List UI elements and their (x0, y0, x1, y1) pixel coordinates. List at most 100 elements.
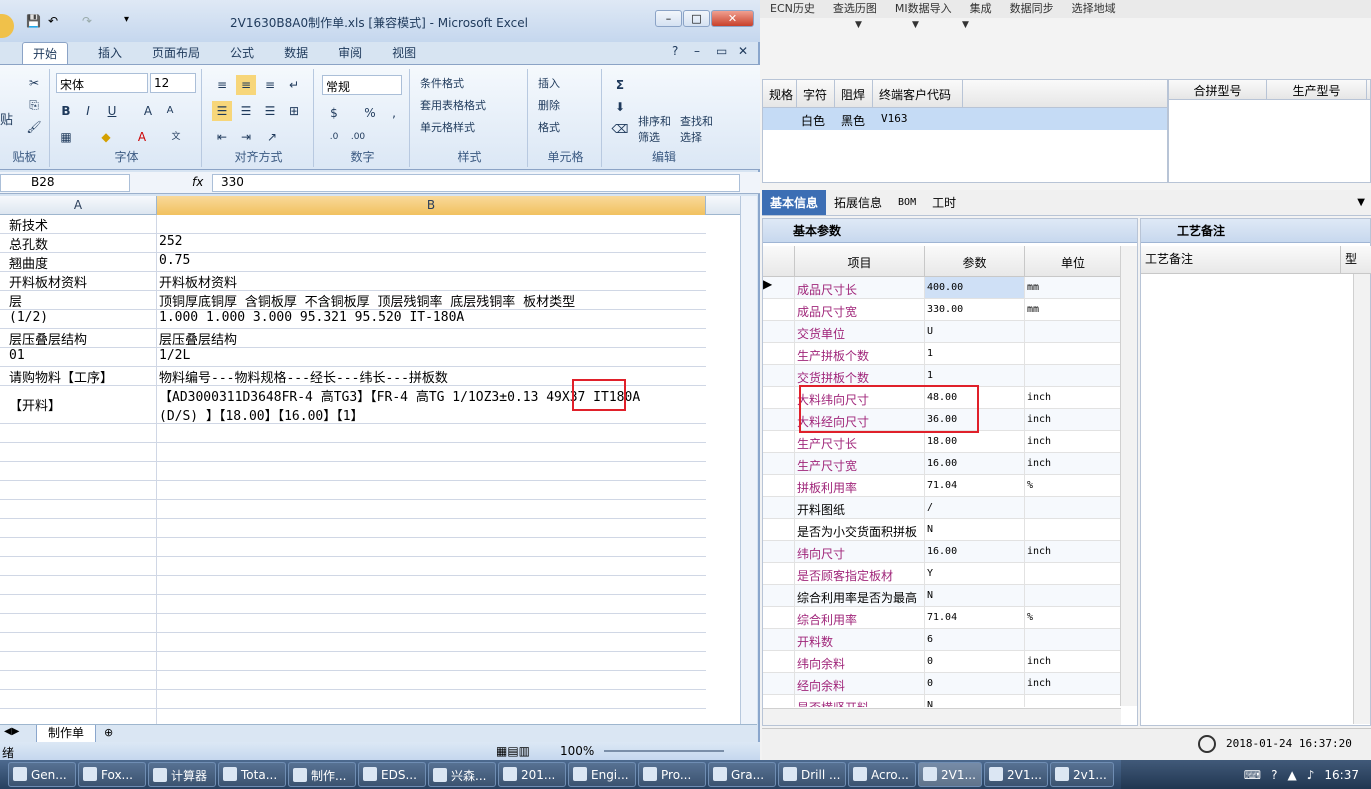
tab-extended-info[interactable]: 拓展信息 (826, 190, 890, 215)
craft-notes-tab[interactable]: 工艺备注 (1141, 219, 1370, 243)
row-indicator[interactable] (763, 387, 795, 408)
taskbar-item[interactable]: 兴森... (428, 762, 496, 787)
cell-b[interactable]: 顶铜厚底铜厚 含铜板厚 不含铜板厚 顶层残铜率 底层残铜率 板材类型 (157, 291, 706, 309)
undo-icon[interactable]: ↶ (48, 14, 58, 28)
comma-icon[interactable]: , (384, 103, 404, 123)
clock-label[interactable]: 16:37 (1324, 768, 1359, 782)
row-indicator[interactable] (763, 695, 795, 707)
param-row[interactable]: 综合利用率是否为最高 N (763, 585, 1121, 607)
param-row[interactable]: 综合利用率 71.04% (763, 607, 1121, 629)
align-middle-icon[interactable]: ≡ (236, 75, 256, 95)
align-bottom-icon[interactable]: ≡ (260, 75, 280, 95)
param-value[interactable]: 71.04 (925, 475, 1025, 496)
close-button[interactable]: ✕ (711, 10, 754, 27)
sheet-row[interactable]: 01 1/2L (0, 348, 706, 367)
decrease-font-icon[interactable]: A (160, 101, 180, 121)
sheet-row[interactable] (0, 500, 706, 519)
cell-a[interactable] (0, 424, 157, 442)
fx-icon[interactable]: fx (192, 175, 203, 189)
cell-a[interactable] (0, 443, 157, 461)
param-value[interactable]: / (925, 497, 1025, 518)
row-indicator[interactable] (763, 475, 795, 496)
taskbar-item[interactable]: Engi... (568, 762, 636, 787)
column-header[interactable]: 规格 (763, 80, 797, 107)
cell-a[interactable]: 新技术 (0, 215, 157, 233)
column-header[interactable]: 项目 (795, 246, 925, 276)
param-row[interactable]: 开料数 6 (763, 629, 1121, 651)
taskbar-item[interactable]: Fox... (78, 762, 146, 787)
taskbar-item[interactable]: 计算器 (148, 762, 216, 787)
param-value[interactable]: 400.00 (925, 277, 1025, 298)
cell-b[interactable]: 1/2L (157, 348, 706, 366)
column-header[interactable]: 型 (1341, 246, 1371, 273)
align-right-icon[interactable]: ☰ (260, 101, 280, 121)
tab-page-layout[interactable]: 页面布局 (152, 42, 200, 64)
decrease-decimal-icon[interactable]: .00 (348, 127, 368, 147)
sheet-row[interactable] (0, 709, 706, 724)
formula-input[interactable]: 330 (212, 174, 740, 192)
sheet-nav-icon[interactable]: ◀▶ (4, 726, 19, 737)
cell-b[interactable] (157, 557, 706, 575)
row-indicator[interactable] (763, 651, 795, 672)
param-value[interactable]: 6 (925, 629, 1025, 650)
maximize-button[interactable]: □ (683, 10, 710, 27)
sheet-row[interactable] (0, 443, 706, 462)
taskbar-item[interactable]: Gra... (708, 762, 776, 787)
sheet-row[interactable] (0, 633, 706, 652)
zoom-level[interactable]: 100% (560, 744, 594, 758)
cell-b[interactable] (157, 690, 706, 708)
param-value[interactable]: 18.00 (925, 431, 1025, 452)
conditional-format-button[interactable]: 条件格式 (420, 75, 464, 91)
increase-font-icon[interactable]: A (138, 101, 158, 121)
column-header[interactable]: 生产型号 (1267, 80, 1367, 99)
fill-color-icon[interactable]: ◆ (96, 127, 116, 147)
orientation-icon[interactable]: ↗ (262, 127, 282, 147)
redo-icon[interactable]: ↷ (82, 14, 92, 28)
cell-b[interactable] (157, 519, 706, 537)
param-row[interactable]: 经向余料 0 inch (763, 673, 1121, 695)
help-tray-icon[interactable]: ? (1271, 768, 1277, 782)
cell-b[interactable]: 层压叠层结构 (157, 329, 706, 347)
font-color-icon[interactable]: A (132, 127, 152, 147)
cell-b[interactable]: 252 (157, 234, 706, 252)
ribbon-close-icon[interactable]: ✕ (738, 44, 748, 58)
param-row[interactable]: 是否为小交货面积拼板 N (763, 519, 1121, 541)
param-row[interactable]: 是否横竖开料N (763, 695, 1121, 707)
tab-bom[interactable]: BOM (890, 193, 924, 212)
row-indicator[interactable] (763, 585, 795, 606)
cut-icon[interactable]: ✂ (24, 73, 44, 93)
param-value[interactable]: N (925, 695, 1025, 707)
cell-b[interactable] (157, 633, 706, 651)
tab-work-hours[interactable]: 工时 (924, 190, 964, 215)
sheet-row[interactable]: 翘曲度 0.75 (0, 253, 706, 272)
tab-home[interactable]: 开始 (22, 42, 69, 64)
row-indicator[interactable] (763, 453, 795, 474)
cell-b[interactable]: 1.000 1.000 3.000 95.321 95.520 IT-180A (157, 310, 706, 328)
ribbon-restore-icon[interactable]: ▭ (716, 44, 727, 58)
volume-icon[interactable]: ♪ (1307, 768, 1315, 782)
tab-formulas[interactable]: 公式 (230, 42, 254, 64)
sheet-row[interactable] (0, 519, 706, 538)
taskbar-item[interactable]: 2V1... (984, 762, 1048, 787)
taskbar-item[interactable]: Tota... (218, 762, 286, 787)
align-top-icon[interactable]: ≡ (212, 75, 232, 95)
param-value[interactable]: 0 (925, 673, 1025, 694)
taskbar-item[interactable]: Gen... (8, 762, 76, 787)
sheet-row[interactable]: 总孔数 252 (0, 234, 706, 253)
sheet-row[interactable] (0, 576, 706, 595)
sheet-row[interactable] (0, 614, 706, 633)
autosum-icon[interactable]: Σ (610, 75, 630, 95)
param-row[interactable]: 生产尺寸长 18.00 inch (763, 431, 1121, 453)
cell-a[interactable] (0, 595, 157, 613)
basic-params-tab[interactable]: 基本参数 (763, 219, 1137, 243)
sheet-row[interactable] (0, 690, 706, 709)
sheet-row[interactable] (0, 595, 706, 614)
save-icon[interactable]: 💾 (26, 14, 41, 28)
fill-icon[interactable]: ⬇ (610, 97, 630, 117)
taskbar-item[interactable]: Pro... (638, 762, 706, 787)
row-indicator[interactable] (763, 431, 795, 452)
copy-icon[interactable]: ⎘ (24, 95, 44, 115)
column-header[interactable]: 阻焊 (835, 80, 873, 107)
sheet-row[interactable]: 新技术 (0, 215, 706, 234)
cell-a[interactable]: 总孔数 (0, 234, 157, 252)
